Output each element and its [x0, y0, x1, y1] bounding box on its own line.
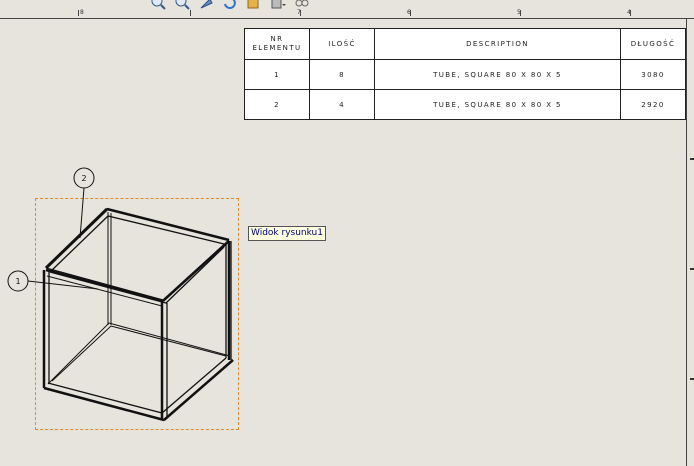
view-tooltip: Widok rysunku1	[248, 226, 326, 241]
balloon-label: 2	[81, 174, 86, 183]
balloon-label: 1	[15, 277, 20, 286]
drawing-view-isometric[interactable]: 2 1	[0, 0, 694, 466]
balloon-item-2[interactable]: 2	[73, 167, 95, 239]
